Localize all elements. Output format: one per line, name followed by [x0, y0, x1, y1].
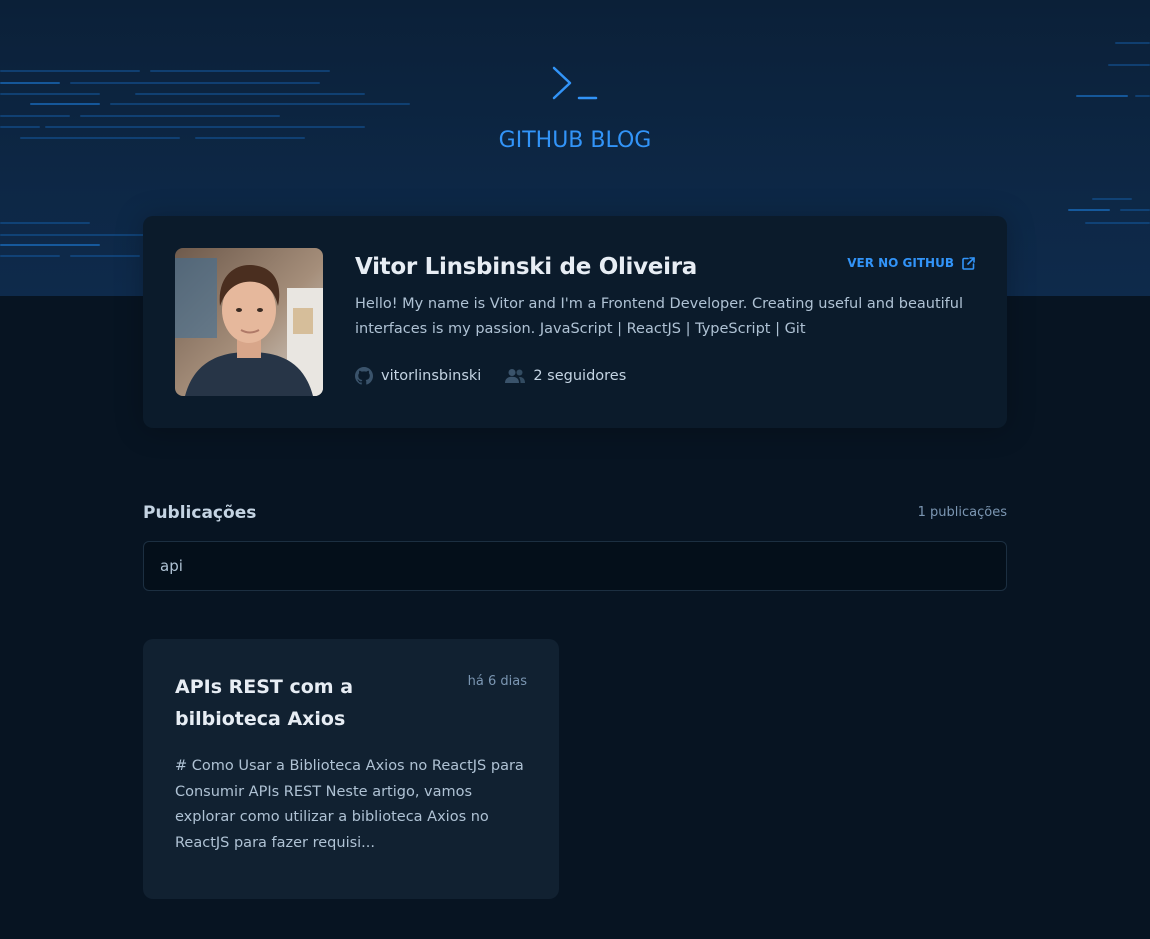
- blog-title: GITHUB BLOG: [498, 128, 652, 153]
- followers-count: 2 seguidores: [533, 368, 627, 384]
- users-icon: [505, 369, 526, 383]
- profile-meta: vitorlinsbinski 2 seguidores: [355, 367, 626, 385]
- github-link-label: VER NO GITHUB: [847, 256, 954, 270]
- followers-item: 2 seguidores: [505, 368, 626, 384]
- post-card[interactable]: APIs REST com a bilbioteca Axios há 6 di…: [143, 639, 559, 899]
- page: GITHUB BLOG Vitor Linsbinski de Oliveira…: [0, 0, 1150, 939]
- external-link-icon: [962, 256, 975, 270]
- terminal-prompt-icon: [552, 66, 598, 100]
- post-title: APIs REST com a bilbioteca Axios: [175, 676, 354, 730]
- username-item: vitorlinsbinski: [355, 367, 481, 385]
- publications-title: Publicações: [143, 503, 257, 523]
- profile-bio: Hello! My name is Vitor and I'm a Fronte…: [355, 296, 964, 337]
- profile-card: Vitor Linsbinski de Oliveira VER NO GITH…: [143, 216, 1007, 428]
- post-excerpt: # Como Usar a Biblioteca Axios no ReactJ…: [175, 758, 524, 851]
- username: vitorlinsbinski: [381, 368, 482, 384]
- post-date: há 6 dias: [467, 674, 527, 689]
- avatar: [175, 248, 323, 396]
- github-icon: [355, 367, 373, 385]
- search-input[interactable]: [143, 541, 1007, 591]
- publications-count: 1 publicações: [917, 505, 1007, 520]
- profile-name: Vitor Linsbinski de Oliveira: [355, 254, 697, 280]
- github-link[interactable]: VER NO GITHUB: [847, 256, 975, 270]
